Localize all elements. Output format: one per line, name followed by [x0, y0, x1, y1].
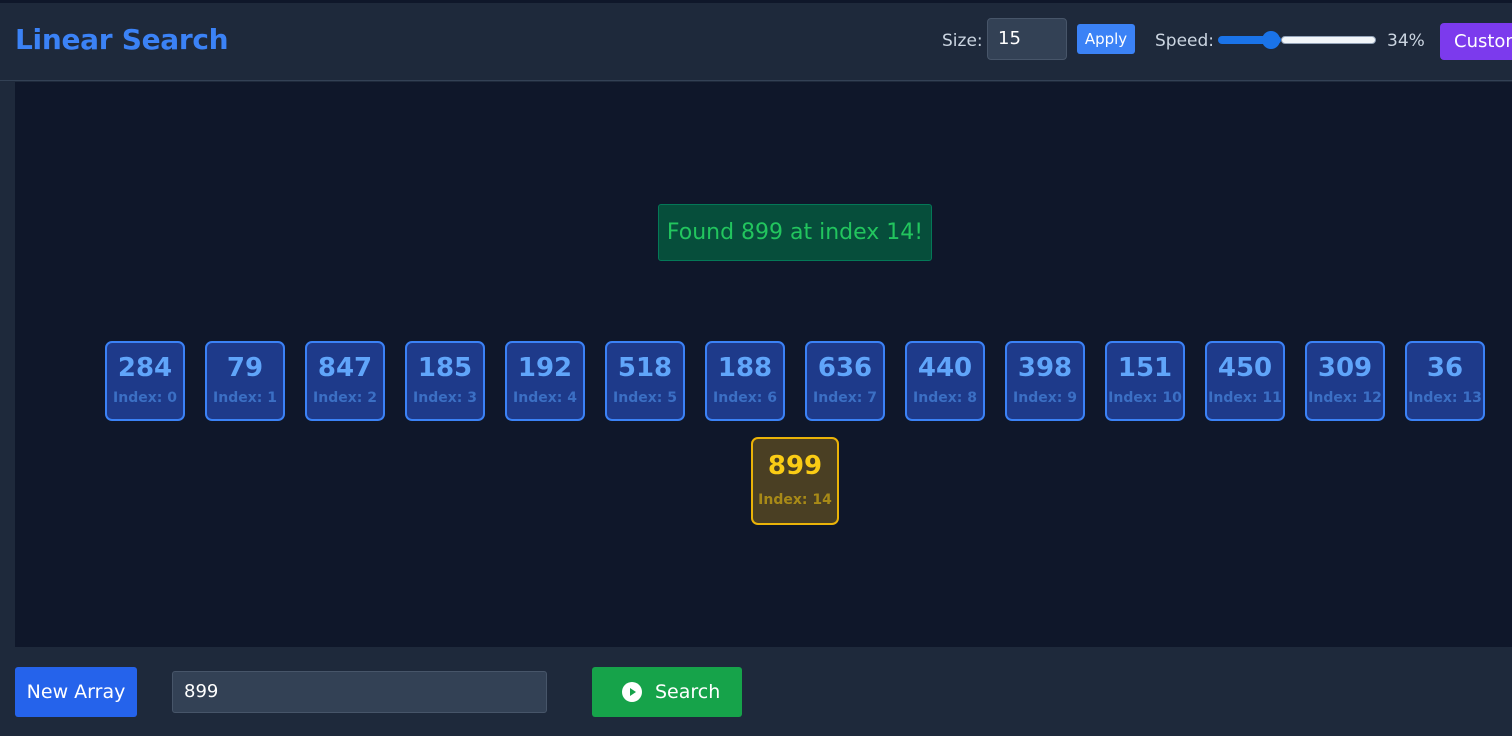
array-cell-index: Index: 2	[313, 390, 377, 406]
control-bar: New Array 899 Search	[0, 647, 1512, 736]
array-cell-index: Index: 7	[813, 390, 877, 406]
play-circle-icon	[622, 682, 642, 702]
search-button[interactable]: Search	[592, 667, 742, 717]
custom-button[interactable]: Custom	[1440, 23, 1512, 60]
array-cell-value: 79	[226, 353, 264, 383]
array-cell-value: 36	[1426, 353, 1464, 383]
array-cell-index: Index: 9	[1013, 390, 1077, 406]
size-label: Size:	[942, 31, 983, 51]
array-cell: 185 Index: 3	[405, 341, 485, 421]
array-cell-value: 636	[817, 353, 873, 383]
array-cell: 188 Index: 6	[705, 341, 785, 421]
search-target-input[interactable]: 899	[172, 671, 547, 713]
page-title: Linear Search	[15, 23, 229, 56]
speed-value: 34%	[1387, 31, 1425, 51]
apply-button[interactable]: Apply	[1077, 24, 1135, 54]
array-cell-value: 899	[767, 451, 823, 481]
array-cell-value: 398	[1017, 353, 1073, 383]
search-button-label: Search	[655, 681, 721, 703]
speed-slider-thumb[interactable]	[1262, 31, 1280, 49]
array-cell-index: Index: 5	[613, 390, 677, 406]
array-cell: 440 Index: 8	[905, 341, 985, 421]
array-cell-index: Index: 4	[513, 390, 577, 406]
array-cell-index: Index: 13	[1408, 390, 1482, 406]
array-cell-index: Index: 8	[913, 390, 977, 406]
status-message: Found 899 at index 14!	[658, 204, 932, 261]
array-cell-index: Index: 12	[1308, 390, 1382, 406]
array-cell-value: 192	[517, 353, 573, 383]
array-cell: 151 Index: 10	[1105, 341, 1185, 421]
array-cell-value: 450	[1217, 353, 1273, 383]
array-cell-index: Index: 6	[713, 390, 777, 406]
array-cell-index: Index: 0	[113, 390, 177, 406]
speed-slider-track	[1281, 36, 1376, 44]
array-cell-value: 440	[917, 353, 973, 383]
size-input[interactable]: 15	[987, 18, 1067, 60]
array-cell-value: 185	[417, 353, 473, 383]
array-cell: 284 Index: 0	[105, 341, 185, 421]
array-cell: 518 Index: 5	[605, 341, 685, 421]
array-cell-found: 899 Index: 14	[751, 437, 839, 525]
new-array-button[interactable]: New Array	[15, 667, 137, 717]
array-cell: 79 Index: 1	[205, 341, 285, 421]
array-cell-value: 284	[117, 353, 173, 383]
array-cell-index: Index: 3	[413, 390, 477, 406]
array-cell-value: 151	[1117, 353, 1173, 383]
array-cell-index: Index: 1	[213, 390, 277, 406]
array-cell: 450 Index: 11	[1205, 341, 1285, 421]
array-cell: 847 Index: 2	[305, 341, 385, 421]
array-cell: 398 Index: 9	[1005, 341, 1085, 421]
array-cell-index: Index: 11	[1208, 390, 1282, 406]
array-cell-value: 518	[617, 353, 673, 383]
array-cell-value: 309	[1317, 353, 1373, 383]
header-bar: Linear Search Size: 15 Apply Speed: 34% …	[0, 3, 1512, 81]
speed-slider[interactable]	[1218, 31, 1376, 49]
array-cell: 636 Index: 7	[805, 341, 885, 421]
array-cell-value: 188	[717, 353, 773, 383]
array-cell: 36 Index: 13	[1405, 341, 1485, 421]
speed-label: Speed:	[1155, 31, 1215, 51]
array-cell: 192 Index: 4	[505, 341, 585, 421]
array-cell-index: Index: 14	[758, 492, 832, 508]
array-cell-index: Index: 10	[1108, 390, 1182, 406]
array-cell-value: 847	[317, 353, 373, 383]
array-cell: 309 Index: 12	[1305, 341, 1385, 421]
visualization-area: Found 899 at index 14! 284 Index: 0 79 Inde…	[15, 82, 1512, 647]
